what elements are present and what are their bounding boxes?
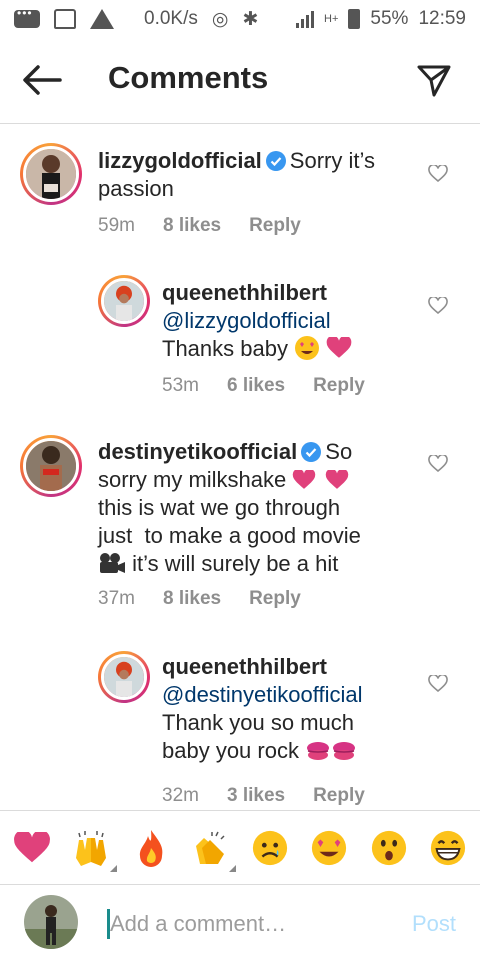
comment-item: lizzygoldofficial Sorry it’s passion 59m … bbox=[0, 125, 480, 255]
heart-eyes-emoji-icon bbox=[294, 335, 320, 361]
comment-text: queenethhilbert @destinyetikoofficial Th… bbox=[162, 653, 442, 765]
battery-level: 55% bbox=[370, 8, 409, 29]
comment-time: 59m bbox=[98, 215, 135, 236]
surprised-face-icon bbox=[371, 830, 406, 865]
comment-time: 37m bbox=[98, 588, 135, 609]
comment-body-line: just to make a good movie bbox=[98, 523, 361, 548]
back-button[interactable] bbox=[20, 60, 64, 100]
shirt-notification-icon bbox=[54, 9, 76, 29]
avatar[interactable] bbox=[20, 435, 82, 497]
comment-username[interactable]: destinyetikoofficial bbox=[98, 439, 297, 464]
comment-meta: 32m 3 likes Reply bbox=[162, 785, 365, 807]
comment-body: Thanks baby bbox=[162, 336, 288, 361]
comments-list[interactable]: lizzygoldofficial Sorry it’s passion 59m … bbox=[0, 125, 480, 810]
comment-body-line: sorry my milkshake bbox=[98, 467, 287, 492]
comment-meta: 37m 8 likes Reply bbox=[98, 588, 301, 610]
bluetooth-icon: ✱ bbox=[242, 8, 259, 30]
emoji-surprised-face-button[interactable] bbox=[367, 826, 411, 870]
heart-eyes-icon bbox=[312, 830, 347, 865]
like-heart-icon[interactable] bbox=[428, 675, 448, 693]
like-heart-icon[interactable] bbox=[428, 455, 448, 473]
comment-time: 32m bbox=[162, 785, 199, 806]
raised-hands-icon bbox=[76, 830, 107, 866]
verified-badge-icon bbox=[301, 442, 322, 462]
likes-count[interactable]: 3 likes bbox=[227, 785, 285, 807]
likes-count[interactable]: 8 likes bbox=[163, 215, 221, 237]
sad-face-icon bbox=[252, 830, 287, 865]
likes-count[interactable]: 6 likes bbox=[227, 375, 285, 397]
reply-button[interactable]: Reply bbox=[313, 375, 365, 397]
heart-emoji-icon bbox=[326, 335, 352, 359]
emoji-sad-face-button[interactable] bbox=[248, 826, 292, 870]
clock: 12:59 bbox=[418, 8, 466, 29]
comment-time: 53m bbox=[162, 375, 199, 396]
heart-icon bbox=[13, 831, 50, 862]
comment-body: So bbox=[325, 439, 353, 464]
emoji-quick-bar bbox=[0, 810, 480, 884]
comment-username[interactable]: queenethhilbert bbox=[162, 279, 422, 307]
reply-button[interactable]: Reply bbox=[249, 588, 301, 610]
heart-emoji-icon bbox=[325, 468, 351, 491]
comment-text: destinyetikoofficial So sorry my milkshak… bbox=[98, 438, 428, 578]
emoji-raised-hands-button[interactable] bbox=[69, 826, 118, 872]
comment-input-bar: Post bbox=[0, 884, 480, 960]
kiss-mark-emoji-icon bbox=[305, 740, 331, 760]
reply-button[interactable]: Reply bbox=[249, 215, 301, 237]
avatar[interactable] bbox=[98, 651, 150, 703]
current-user-avatar bbox=[24, 895, 78, 949]
mention-link[interactable]: @destinyetikoofficial bbox=[162, 681, 442, 709]
arrow-left-icon bbox=[23, 65, 62, 95]
like-heart-icon[interactable] bbox=[428, 297, 448, 315]
kiss-mark-emoji-icon bbox=[331, 740, 357, 760]
comment-text: lizzygoldofficial Sorry it’s passion bbox=[98, 147, 408, 203]
comment-body: Thank you so much bbox=[162, 710, 354, 735]
share-button[interactable] bbox=[416, 62, 452, 98]
emoji-heart-button[interactable] bbox=[10, 826, 54, 870]
emoji-fire-button[interactable] bbox=[129, 826, 173, 870]
movie-camera-emoji-icon bbox=[98, 552, 126, 574]
comment-input[interactable] bbox=[110, 907, 390, 941]
emoji-grinning-face-button[interactable] bbox=[426, 826, 470, 870]
battery-icon bbox=[348, 9, 361, 29]
grinning-face-icon bbox=[431, 830, 466, 865]
network-speed: 0.0K/s bbox=[144, 8, 198, 29]
message-notification-icon bbox=[14, 6, 40, 28]
avatar[interactable] bbox=[98, 275, 150, 327]
comment-item: destinyetikoofficial So sorry my milkshak… bbox=[0, 425, 480, 625]
reply-item: queenethhilbert @destinyetikoofficial Th… bbox=[0, 643, 480, 810]
comment-username[interactable]: queenethhilbert bbox=[162, 653, 442, 681]
emoji-heart-eyes-button[interactable] bbox=[307, 826, 351, 870]
likes-count[interactable]: 8 likes bbox=[163, 588, 221, 610]
reply-button[interactable]: Reply bbox=[313, 785, 365, 807]
like-heart-icon[interactable] bbox=[428, 165, 448, 183]
clapping-hands-icon bbox=[196, 831, 225, 864]
status-bar: 0.0K/s ◎ ✱ H+ 55% 12:59 bbox=[0, 0, 480, 38]
paper-plane-icon bbox=[417, 65, 451, 97]
comment-meta: 59m 8 likes Reply bbox=[98, 215, 301, 237]
comment-body-line: this is wat we go through bbox=[98, 495, 341, 520]
fire-icon bbox=[139, 829, 163, 867]
post-button[interactable]: Post bbox=[412, 911, 456, 937]
header: Comments bbox=[0, 38, 480, 124]
emoji-clapping-hands-button[interactable] bbox=[188, 826, 237, 872]
comment-username[interactable]: lizzygoldofficial bbox=[98, 148, 262, 173]
reply-item: queenethhilbert @lizzygoldofficial Thank… bbox=[0, 265, 480, 415]
comment-text: queenethhilbert @lizzygoldofficial Thank… bbox=[162, 279, 422, 363]
mention-link[interactable]: @lizzygoldofficial bbox=[162, 307, 422, 335]
comment-body-line: baby you rock bbox=[162, 738, 299, 763]
verified-badge-icon bbox=[265, 151, 286, 171]
network-type: H+ bbox=[324, 13, 339, 25]
comment-meta: 53m 6 likes Reply bbox=[162, 375, 365, 397]
page-title: Comments bbox=[108, 60, 269, 95]
avatar[interactable] bbox=[20, 143, 82, 205]
heart-emoji-icon bbox=[292, 468, 318, 491]
warning-icon bbox=[90, 9, 114, 29]
hotspot-icon: ◎ bbox=[211, 8, 229, 30]
signal-icon bbox=[296, 10, 315, 28]
comment-body-line: it’s will surely be a hit bbox=[132, 551, 339, 576]
